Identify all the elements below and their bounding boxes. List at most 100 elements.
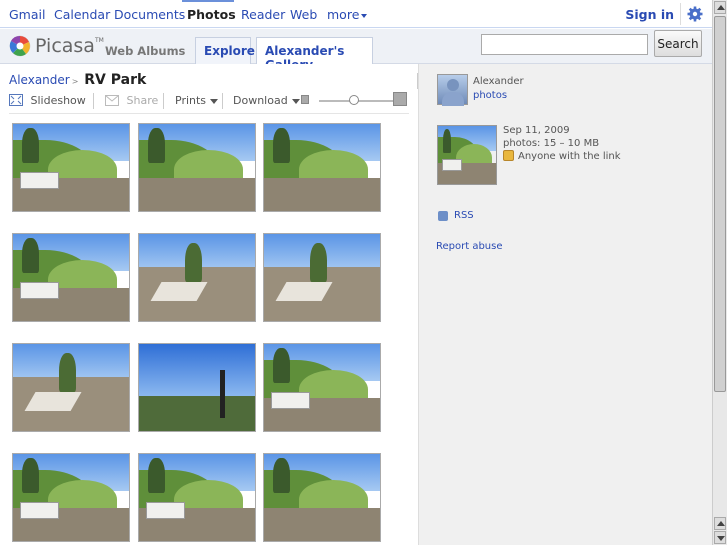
photo-rv bbox=[19, 501, 60, 520]
photo-tree bbox=[22, 128, 39, 164]
download-menu[interactable]: Download bbox=[233, 94, 300, 107]
gbar-link-photos[interactable]: Photos bbox=[187, 7, 236, 22]
slideshow-label: Slideshow bbox=[30, 94, 86, 107]
share-button[interactable]: Share bbox=[105, 94, 158, 107]
photo-tree bbox=[273, 348, 290, 384]
album-title: RV Park bbox=[84, 72, 147, 88]
avatar-head bbox=[447, 79, 459, 91]
photo-rv bbox=[270, 391, 311, 410]
album-sidebar: Alexander photos Sep 11, 2009 photos: 15… bbox=[418, 64, 712, 545]
breadcrumb-arrow-icon: > bbox=[71, 77, 79, 86]
gbar-link-web[interactable]: Web bbox=[290, 7, 317, 22]
small-thumbnail-icon[interactable] bbox=[301, 95, 309, 104]
photo-ground bbox=[264, 177, 380, 211]
scroll-down-icon[interactable] bbox=[714, 531, 726, 544]
tab-alexanders-gallery[interactable]: Alexander's Gallery bbox=[256, 37, 373, 72]
google-bar: Gmail Calendar Documents Photos Reader W… bbox=[0, 0, 712, 28]
picasa-header: Picasa TM Web Albums Explore Alexander's… bbox=[0, 29, 712, 72]
photo-tree bbox=[185, 242, 202, 282]
large-thumbnail-icon[interactable] bbox=[393, 92, 407, 106]
photo-thumbnail[interactable] bbox=[263, 233, 381, 322]
photo-tree bbox=[273, 458, 290, 494]
photo-tree bbox=[273, 128, 290, 164]
gbar-link-reader[interactable]: Reader bbox=[241, 7, 285, 22]
search-button[interactable]: Search bbox=[654, 30, 702, 57]
photo-thumbnail[interactable] bbox=[12, 123, 130, 212]
photo-rv bbox=[19, 281, 60, 300]
scrollbar-thumb[interactable] bbox=[714, 16, 726, 392]
avatar[interactable] bbox=[437, 74, 468, 106]
slider-handle[interactable] bbox=[348, 95, 359, 105]
gear-icon[interactable] bbox=[687, 6, 703, 22]
photo-thumbnail[interactable] bbox=[138, 343, 256, 432]
photo-thumbnail[interactable] bbox=[12, 233, 130, 322]
divider bbox=[163, 93, 164, 109]
share-label: Share bbox=[126, 94, 159, 107]
photo-thumbnail[interactable] bbox=[138, 233, 256, 322]
scroll-up-icon[interactable] bbox=[714, 517, 726, 530]
photo-tree bbox=[310, 242, 327, 282]
chevron-down-icon bbox=[291, 98, 300, 104]
gbar-link-gmail[interactable]: Gmail bbox=[9, 7, 45, 22]
album-cover-image bbox=[438, 126, 496, 184]
photo-thumbnail[interactable] bbox=[263, 343, 381, 432]
logo-trademark: TM bbox=[95, 37, 104, 44]
album-main: Alexander > RV Park Slideshow Share Print… bbox=[0, 64, 417, 545]
photo-thumbnail[interactable] bbox=[263, 123, 381, 212]
photo-tree bbox=[22, 458, 39, 494]
photo-thumbnail[interactable] bbox=[12, 343, 130, 432]
rss-icon[interactable] bbox=[438, 211, 448, 221]
sign-in-link[interactable]: Sign in bbox=[625, 7, 674, 22]
page-scrollbar[interactable] bbox=[712, 0, 727, 545]
gbar-link-calendar[interactable]: Calendar bbox=[54, 7, 110, 22]
album-toolbar: Slideshow Share Prints Download bbox=[9, 92, 409, 110]
photo-tree bbox=[148, 458, 165, 494]
chevron-down-icon bbox=[210, 98, 219, 104]
scroll-up-icon[interactable] bbox=[714, 1, 726, 14]
photo-rv bbox=[145, 501, 186, 520]
chevron-down-icon bbox=[361, 13, 368, 18]
photo-rv bbox=[441, 159, 462, 171]
divider bbox=[222, 93, 223, 109]
download-label: Download bbox=[233, 94, 288, 107]
photo-thumbnail[interactable] bbox=[12, 453, 130, 542]
report-abuse-link[interactable]: Report abuse bbox=[436, 241, 503, 252]
divider bbox=[93, 93, 94, 109]
rss-link[interactable]: RSS bbox=[454, 210, 474, 221]
photo-tree bbox=[59, 352, 76, 392]
logo-text: Picasa bbox=[35, 35, 95, 57]
album-cover bbox=[437, 125, 497, 185]
prints-label: Prints bbox=[175, 94, 207, 107]
breadcrumb-owner[interactable]: Alexander bbox=[9, 73, 70, 87]
lock-icon bbox=[503, 150, 514, 161]
album-date: Sep 11, 2009 bbox=[503, 125, 570, 136]
picasa-logo-icon[interactable] bbox=[9, 35, 31, 57]
email-icon bbox=[105, 95, 119, 106]
gbar-link-documents[interactable]: Documents bbox=[114, 7, 185, 22]
owner-photos-link[interactable]: photos bbox=[473, 90, 507, 101]
gbar-more-menu[interactable]: more bbox=[327, 7, 368, 22]
photo-thumbnail[interactable] bbox=[263, 453, 381, 542]
photo-thumbnail[interactable] bbox=[138, 123, 256, 212]
photo-thumbnail[interactable] bbox=[138, 453, 256, 542]
photo-tree bbox=[148, 128, 165, 164]
photo-tree bbox=[442, 129, 452, 153]
gbar-more-label: more bbox=[327, 7, 360, 22]
tab-explore[interactable]: Explore bbox=[195, 37, 255, 64]
logo-subtitle: Web Albums bbox=[105, 44, 186, 58]
photo-ground bbox=[264, 507, 380, 541]
photo-sky bbox=[139, 344, 255, 397]
divider bbox=[680, 3, 681, 25]
album-photo-count: photos: 15 – 10 MB bbox=[503, 138, 600, 149]
prints-menu[interactable]: Prints bbox=[175, 94, 219, 107]
active-indicator bbox=[182, 0, 234, 2]
search-input[interactable] bbox=[481, 34, 648, 55]
avatar-body bbox=[442, 92, 464, 106]
photo-ground bbox=[139, 396, 255, 431]
photo-tree bbox=[22, 238, 39, 274]
album-visibility: Anyone with the link bbox=[518, 151, 621, 162]
slideshow-button[interactable]: Slideshow bbox=[9, 94, 86, 107]
divider bbox=[9, 113, 409, 114]
photo-ground bbox=[139, 177, 255, 211]
breadcrumb: Alexander > RV Park bbox=[9, 72, 146, 88]
